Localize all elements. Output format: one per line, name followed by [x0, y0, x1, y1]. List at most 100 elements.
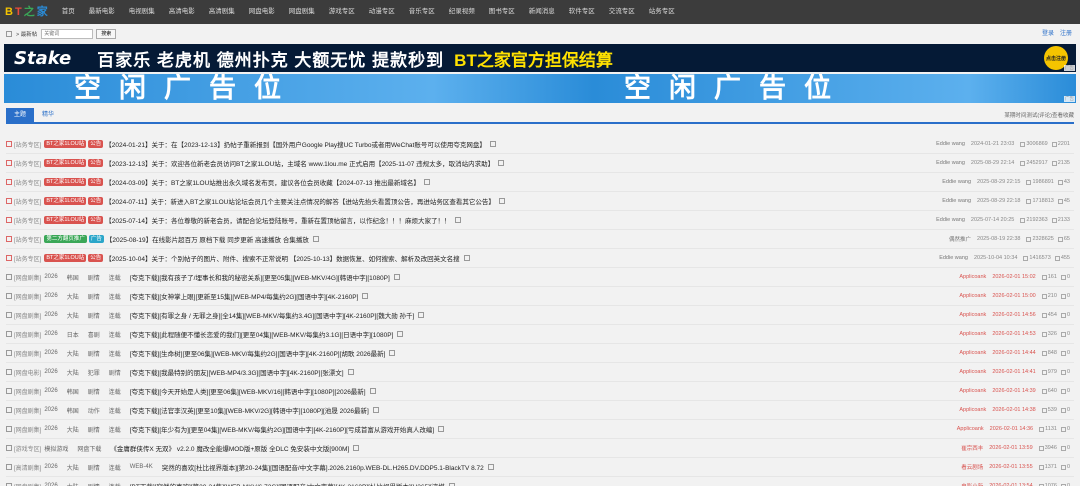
thread-category[interactable]: [网盘剧集] [14, 330, 41, 339]
thread-tag[interactable]: 公告 [88, 254, 104, 262]
thread-category[interactable]: [站务专区] [14, 254, 41, 263]
thread-meta[interactable]: 日本 [67, 330, 79, 339]
thread-meta[interactable]: 喜剧 [88, 330, 100, 339]
site-logo[interactable]: BT之家 [4, 4, 49, 20]
thread-title[interactable]: 突然的喜欢[杜比视界版本][第20-24集][国语配音/中文字幕].2026.2… [162, 462, 484, 472]
thread-author[interactable]: 偶然推广 [949, 235, 971, 243]
thread-title[interactable]: [夸克下载][女神掌上眼][更新至15集][WEB-MP4/每集约2G][国语中… [130, 291, 359, 301]
thread-title[interactable]: [夸克下载][此程随便不懂长恋爱的我们][更至04集][WEB-MKV/每集约3… [130, 329, 394, 339]
thread-author[interactable]: 电影小新 [961, 482, 983, 486]
thread-title[interactable]: [夸克下载][我最特别的朋友][WEB-MP4/3.3G][国语中字][4K-2… [130, 367, 344, 377]
thread-author[interactable]: Applicoank [959, 312, 986, 318]
thread-meta[interactable]: 剧情 [109, 368, 121, 377]
nav-item[interactable]: 站务专区 [642, 0, 682, 24]
thread-title[interactable]: [夸克下载][法官李汉英][更至10集][WEB-MKV/2G][韩语中字][1… [130, 405, 369, 415]
thread-meta[interactable]: 韩国 [67, 273, 79, 282]
thread-category[interactable]: [站务专区] [14, 140, 41, 149]
thread-title[interactable]: 【2025-08-19】在线影片超百万 原档下载 同步更新 高速播放 合集播放 [106, 234, 309, 244]
thread-author[interactable]: Applicoank [959, 293, 986, 299]
thread-tag[interactable]: 公告 [88, 159, 104, 167]
thread-meta[interactable]: 大陆 [67, 425, 79, 434]
thread-author[interactable]: Applicoank [957, 426, 984, 432]
thread-author[interactable]: Eddie wang [942, 198, 971, 204]
thread-row[interactable]: [网盘剧集] 2026 韩国 剧情 连载 [夸克下载][我有孩子了/埋事长和我的秘密关系]… [6, 268, 1074, 287]
home-icon[interactable] [6, 30, 12, 37]
thread-author[interactable]: Applicoank [959, 350, 986, 356]
thread-tag[interactable]: BT之家1LOU站 [44, 197, 87, 205]
register-link[interactable]: 注册 [1060, 28, 1072, 37]
thread-meta[interactable]: 2026 [44, 464, 57, 470]
thread-category[interactable]: [网盘剧集] [14, 406, 41, 415]
stake-ad-banner[interactable]: Stake 百家乐 老虎机 德州扑克 大额无忧 提款秒到 BT之家官方担保结算 … [4, 44, 1076, 72]
thread-title[interactable]: [夸克下载][年少有为][更至04集][WEB-MKV/每集约2G][国语中字]… [130, 424, 434, 434]
thread-meta[interactable]: 剧情 [88, 482, 100, 486]
thread-meta[interactable]: 2026 [44, 331, 57, 337]
thread-category[interactable]: [站务专区] [14, 159, 41, 168]
thread-tag[interactable]: 公告 [88, 216, 104, 224]
thread-category[interactable]: [网盘剧集] [14, 311, 41, 320]
thread-author[interactable]: 看云剧场 [961, 463, 983, 471]
thread-meta[interactable]: 韩国 [67, 406, 79, 415]
thread-title[interactable]: 《金庸群侠传X 无双》 v2.2.0 魔改全能爆MOD版+原版 全DLC 免安装… [110, 443, 349, 453]
thread-row[interactable]: [网盘剧集] 2026 日本 喜剧 连载 [夸克下载][此程随便不懂长恋爱的我们][更至0… [6, 325, 1074, 344]
thread-meta[interactable]: 连载 [109, 406, 121, 415]
thread-category[interactable]: [站务专区] [14, 197, 41, 206]
thread-meta[interactable]: 连载 [109, 330, 121, 339]
thread-meta[interactable]: 连载 [109, 273, 121, 282]
thread-tag[interactable]: BT之家1LOU站 [44, 216, 87, 224]
nav-item[interactable]: 网盘剧集 [282, 0, 322, 24]
tab-featured[interactable]: 精华 [34, 108, 62, 122]
login-link[interactable]: 登录 [1042, 28, 1054, 37]
thread-meta[interactable]: 2026 [44, 369, 57, 375]
thread-title[interactable]: [BT下载][突然的喜欢][第20-24集][WEB-MKV/6.72G][国语… [130, 481, 445, 486]
sticky-thread-row[interactable]: [站务专区] 第二方翻页推广 广告 【2025-08-19】在线影片超百万 原档下载 … [6, 230, 1074, 249]
sort-options[interactable]: 某期时间测试(评论)查看收藏 [1004, 111, 1074, 119]
sticky-thread-row[interactable]: [站务专区] BT之家1LOU站 公告 【2024-07-11】关于：新进入BT之家1… [6, 192, 1074, 211]
thread-author[interactable]: Eddie wang [936, 141, 965, 147]
thread-title[interactable]: 【2024-01-21】关于：在【2023-12-13】扔帖子重新报到【国外用户… [105, 139, 486, 149]
thread-meta[interactable]: 剧情 [88, 387, 100, 396]
thread-title[interactable]: [夸克下载][我有孩子了/埋事长和我的秘密关系][更至05集][WEB-MKV/… [130, 272, 390, 282]
thread-title[interactable]: 【2024-07-11】关于：新进入BT之家1LOU站论坛会员几个主要关注点情况… [105, 196, 495, 206]
thread-meta[interactable]: 2026 [44, 388, 57, 394]
nav-item[interactable]: 图书专区 [482, 0, 522, 24]
thread-row[interactable]: [网盘剧集] 2026 韩国 动作 连载 [夸克下载][法官李汉英][更至10集][WEB… [6, 401, 1074, 420]
thread-row[interactable]: [网盘电影] 2026 大陆 犯罪 剧情 [夸克下载][我最特别的朋友][WEB-MP4/… [6, 363, 1074, 382]
thread-category[interactable]: [网盘电影] [14, 368, 41, 377]
nav-item[interactable]: 交流专区 [602, 0, 642, 24]
nav-item[interactable]: 音乐专区 [402, 0, 442, 24]
thread-category[interactable]: [站务专区] [14, 235, 41, 244]
thread-meta[interactable]: 大陆 [67, 311, 79, 320]
search-input[interactable] [41, 28, 94, 39]
thread-meta[interactable]: 剧情 [88, 425, 100, 434]
thread-author[interactable]: Applicoank [959, 274, 986, 280]
thread-meta[interactable]: 大陆 [67, 349, 79, 358]
thread-row[interactable]: [网盘剧集] 2026 大陆 剧情 连载 [夸克下载][有罪之身 / 无罪之身][全14集… [6, 306, 1074, 325]
nav-item[interactable]: 网盘电影 [242, 0, 282, 24]
thread-meta[interactable]: 剧情 [88, 463, 100, 472]
thread-meta[interactable]: 连载 [109, 482, 121, 486]
thread-author[interactable]: 崔宗西丰 [961, 444, 983, 452]
nav-item[interactable]: 首页 [55, 0, 82, 24]
thread-meta[interactable]: 大陆 [67, 292, 79, 301]
sticky-thread-row[interactable]: [站务专区] BT之家1LOU站 公告 【2024-01-21】关于：在【2023-1… [6, 135, 1074, 154]
thread-row[interactable]: [网盘剧集] 2026 韩国 剧情 连载 [夸克下载][今天开始是人类][更至06集][W… [6, 382, 1074, 401]
thread-title[interactable]: [夸克下载][生命树][更至06集][WEB-MKV/每集约2G][国语中字][… [130, 348, 386, 358]
thread-meta[interactable]: 连载 [109, 292, 121, 301]
thread-meta[interactable]: 网盘下载 [77, 444, 101, 453]
thread-meta[interactable]: 剧情 [88, 349, 100, 358]
thread-category[interactable]: [网盘剧集] [14, 349, 41, 358]
thread-meta[interactable]: 连载 [109, 425, 121, 434]
thread-author[interactable]: Applicoank [959, 369, 986, 375]
thread-row[interactable]: [游戏专区] 模拟游戏 网盘下载 《金庸群侠传X 无双》 v2.2.0 魔改全能爆MO… [6, 439, 1074, 458]
thread-title[interactable]: 【2023-12-13】关于：欢迎各位新老会员访问BT之家1LOU站，主域名 w… [105, 158, 494, 168]
thread-row[interactable]: [网盘剧集]2026大陆剧情连载[BT下载][突然的喜欢][第20-24集][W… [6, 477, 1074, 486]
tab-topics[interactable]: 主题 [6, 108, 35, 122]
nav-item[interactable]: 电视剧集 [122, 0, 162, 24]
thread-meta[interactable]: 2026 [44, 312, 57, 318]
thread-author[interactable]: Applicoank [959, 331, 986, 337]
thread-category[interactable]: [网盘剧集] [14, 425, 41, 434]
free-ad-banner[interactable]: 空闲广告位 空闲广告位 广告 [4, 74, 1076, 103]
thread-author[interactable]: Eddie wang [936, 217, 965, 223]
sticky-thread-row[interactable]: [站务专区] BT之家1LOU站 公告 【2025-10-04】关于：个别帖子的图片、… [6, 249, 1074, 268]
